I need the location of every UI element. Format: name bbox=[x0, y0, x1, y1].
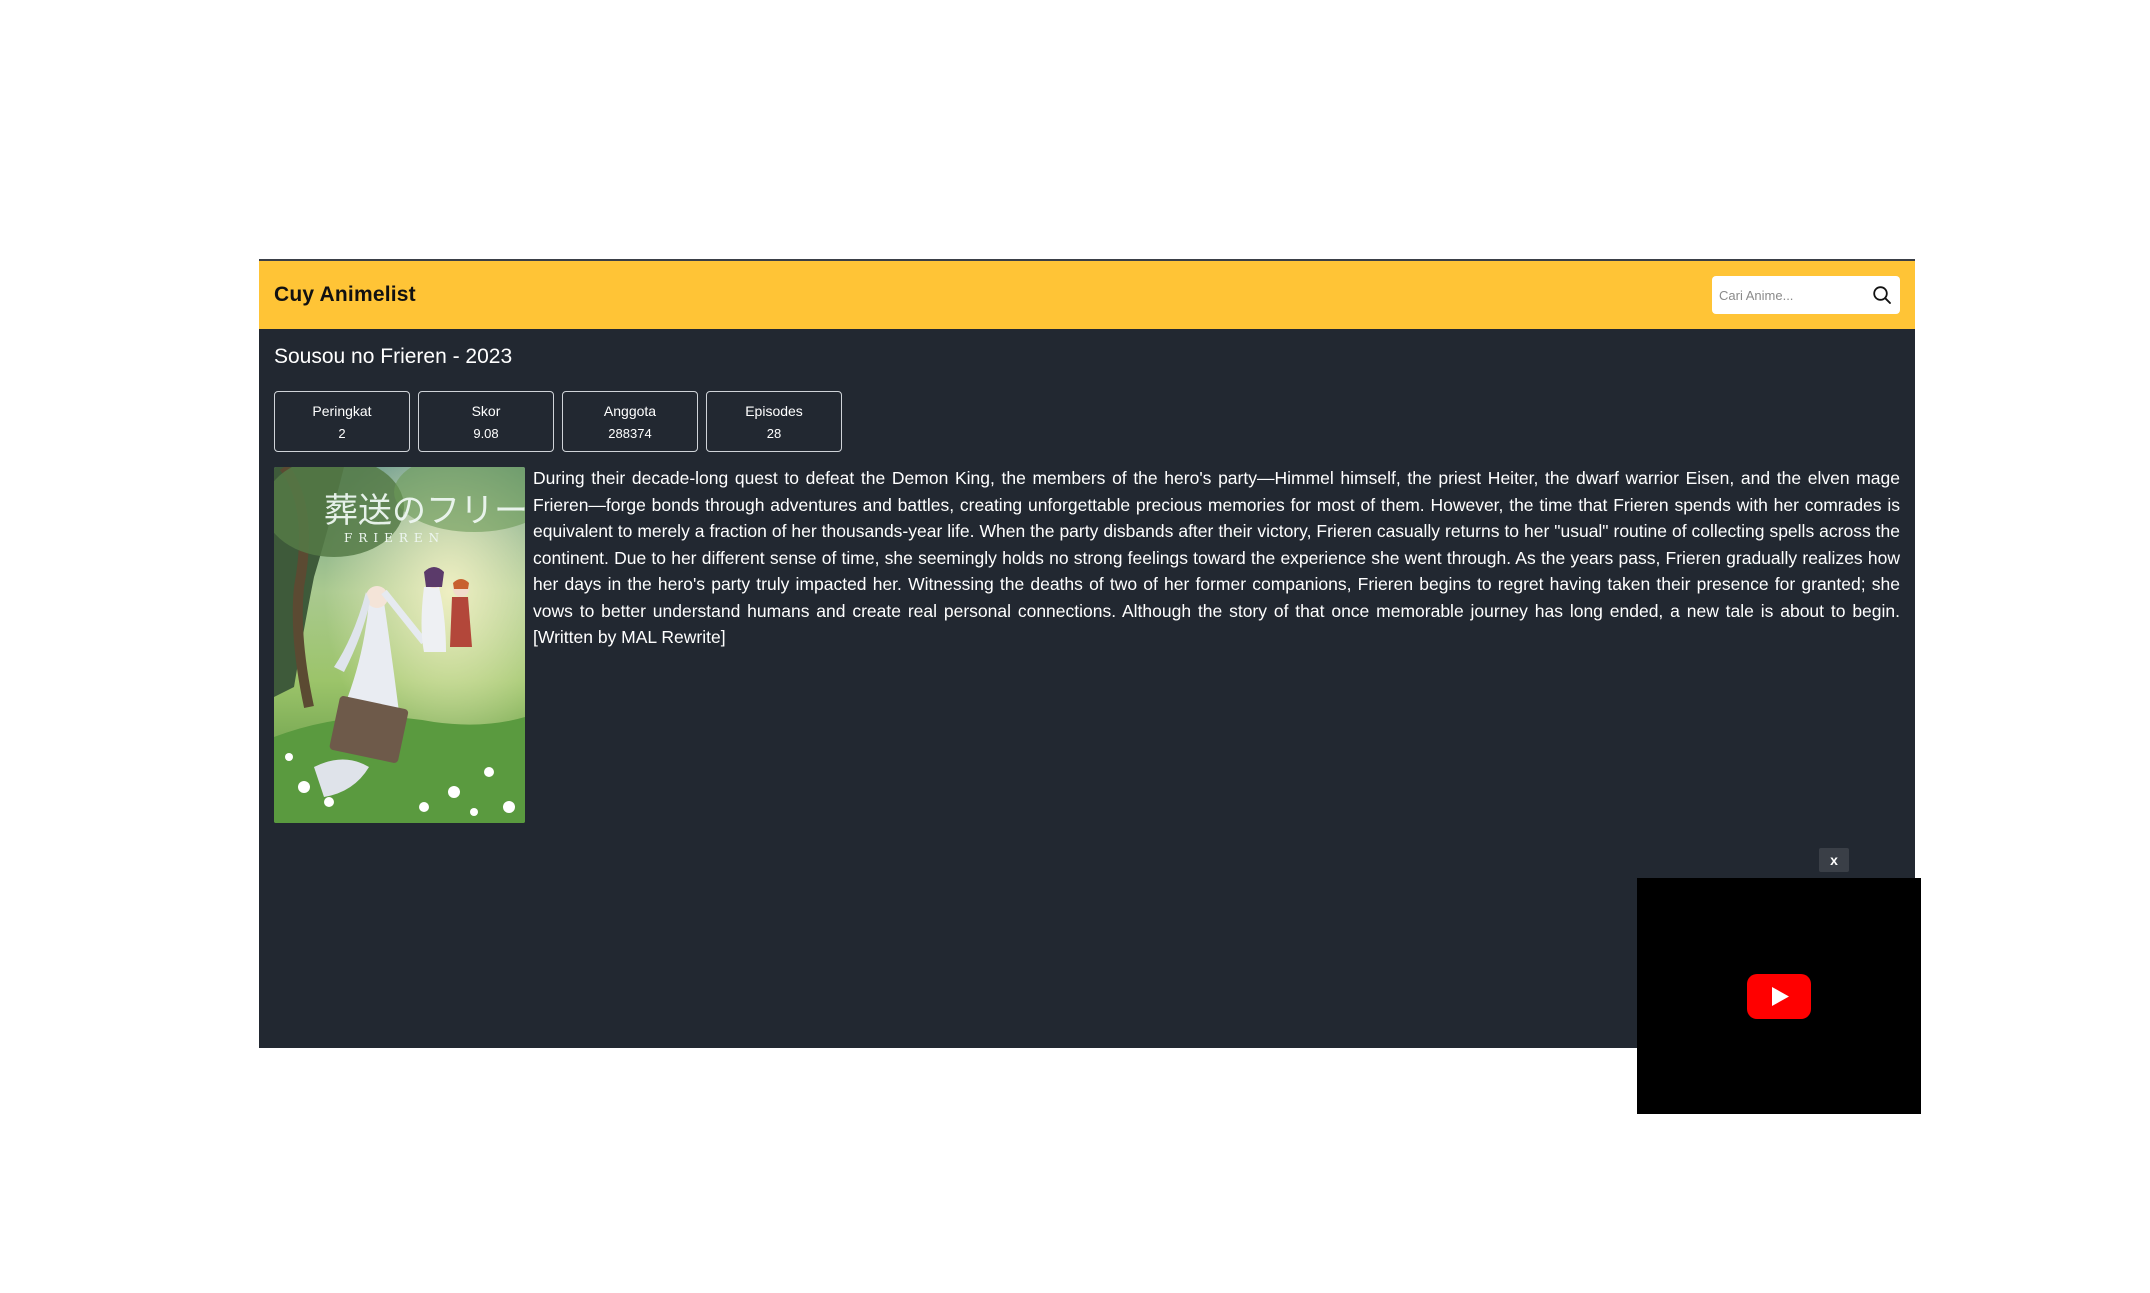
stat-label: Episodes bbox=[745, 402, 803, 419]
brand-logo-link[interactable]: Cuy Animelist bbox=[274, 283, 416, 307]
stat-members: Anggota 288374 bbox=[562, 391, 698, 452]
stat-score: Skor 9.08 bbox=[418, 391, 554, 452]
stat-rank: Peringkat 2 bbox=[274, 391, 410, 452]
search-icon bbox=[1873, 286, 1891, 304]
poster-subtitle-text: FRIEREN bbox=[344, 531, 445, 545]
search-input[interactable] bbox=[1712, 276, 1869, 314]
synopsis-text: During their decade-long quest to defeat… bbox=[533, 468, 1900, 647]
close-video-button[interactable]: x bbox=[1819, 848, 1849, 872]
stat-label: Anggota bbox=[603, 402, 657, 419]
stat-episodes: Episodes 28 bbox=[706, 391, 842, 452]
poster-title-text: 葬送のフリーレン bbox=[324, 491, 525, 531]
stat-label: Skor bbox=[471, 402, 501, 419]
youtube-play-icon[interactable] bbox=[1747, 973, 1811, 1019]
stats-row: Peringkat 2 Skor 9.08 Anggota 288374 Epi… bbox=[274, 391, 842, 452]
stat-value: 9.08 bbox=[473, 425, 499, 441]
app-container: Cuy Animelist Sousou no Frieren - 2023 P… bbox=[259, 259, 1921, 1114]
poster-artwork: 葬送のフリーレン FRIEREN bbox=[274, 467, 525, 823]
stat-value: 28 bbox=[766, 425, 782, 441]
stat-value: 288374 bbox=[608, 425, 652, 441]
anime-poster: 葬送のフリーレン FRIEREN bbox=[274, 467, 525, 823]
video-player[interactable] bbox=[1637, 878, 1921, 1114]
search-box bbox=[1712, 276, 1900, 314]
navbar: Cuy Animelist bbox=[259, 261, 1915, 329]
stat-label: Peringkat bbox=[312, 402, 372, 419]
search-button[interactable] bbox=[1872, 285, 1892, 305]
page-title: Sousou no Frieren - 2023 bbox=[274, 345, 513, 368]
stat-value: 2 bbox=[338, 425, 346, 441]
